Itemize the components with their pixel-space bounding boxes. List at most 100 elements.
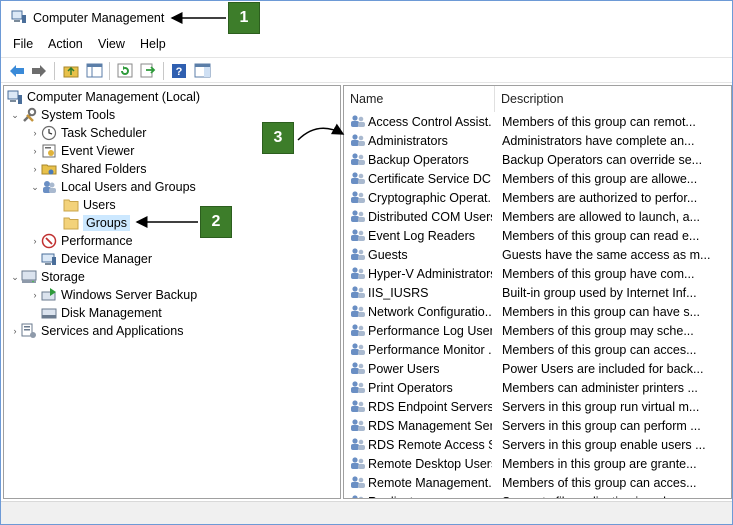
tree-item-storage[interactable]: ⌄ Storage [9, 268, 85, 286]
chevron-right-icon[interactable]: › [29, 236, 41, 246]
group-name: Performance Monitor ... [368, 343, 492, 357]
tree-label: Task Scheduler [61, 126, 147, 140]
chevron-right-icon[interactable]: › [29, 164, 41, 174]
group-icon [350, 304, 366, 319]
group-name: Replicator [368, 495, 492, 498]
list-item[interactable]: Power Users Power Users are included for … [344, 359, 731, 378]
help-icon[interactable]: ? [169, 61, 189, 80]
local-users-groups-icon [41, 179, 57, 195]
tree-item-task-scheduler[interactable]: › Task Scheduler [29, 124, 146, 142]
menu-action[interactable]: Action [48, 37, 83, 51]
tree-label: Shared Folders [61, 162, 147, 176]
column-header-name[interactable]: Name [344, 86, 495, 112]
list-item[interactable]: Guests Guests have the same access as m..… [344, 245, 731, 264]
group-icon [350, 209, 366, 224]
computer-management-window: Computer Management File Action View Hel… [0, 0, 733, 525]
group-name: RDS Management Ser... [368, 419, 492, 433]
list-item[interactable]: Event Log Readers Members of this group c… [344, 226, 731, 245]
list-item[interactable]: Cryptographic Operat... Members are autho… [344, 188, 731, 207]
column-header-description[interactable]: Description [495, 86, 731, 112]
list-item[interactable]: RDS Remote Access S... Servers in this gr… [344, 435, 731, 454]
menu-view[interactable]: View [98, 37, 125, 51]
group-description: Members in this group can have s... [502, 305, 701, 319]
group-description: Servers in this group enable users ... [502, 438, 706, 452]
chevron-right-icon[interactable]: › [9, 326, 21, 336]
list-item[interactable]: Performance Monitor ... Members of this g… [344, 340, 731, 359]
chevron-down-icon[interactable]: ⌄ [9, 110, 21, 121]
group-icon [350, 475, 366, 490]
export-list-icon[interactable] [138, 61, 158, 80]
show-hide-tree-icon[interactable] [84, 61, 104, 80]
tree-item-groups[interactable]: Groups [63, 214, 130, 232]
menu-file[interactable]: File [13, 37, 33, 51]
tree-item-system-tools[interactable]: ⌄ System Tools [9, 106, 115, 124]
tree-item-local-users-and-groups[interactable]: ⌄ Local Users and Groups [29, 178, 196, 196]
toolbar-separator [163, 62, 164, 80]
list-item[interactable]: Administrators Administrators have comple… [344, 131, 731, 150]
list-item[interactable]: Replicator Supports file replication in a… [344, 492, 731, 498]
group-icon [350, 361, 366, 376]
group-description: Members of this group can read e... [502, 229, 700, 243]
group-description: Members of this group may sche... [502, 324, 694, 338]
list-item[interactable]: Print Operators Members can administer pr… [344, 378, 731, 397]
list-item[interactable]: Remote Desktop Users Members in this grou… [344, 454, 731, 473]
chevron-right-icon[interactable]: › [29, 128, 41, 138]
back-icon[interactable] [7, 61, 27, 80]
window-title: Computer Management [33, 11, 165, 25]
group-icon [350, 342, 366, 357]
tree-item-computer-management-local[interactable]: Computer Management (Local) [7, 88, 200, 106]
list-item[interactable]: Distributed COM Users Members are allowed… [344, 207, 731, 226]
list-item[interactable]: Backup Operators Backup Operators can ove… [344, 150, 731, 169]
computer-management-app-icon [11, 10, 27, 24]
folder-icon [63, 215, 79, 231]
list-item[interactable]: Hyper-V Administrators Members of this gr… [344, 264, 731, 283]
tree-label: Services and Applications [41, 324, 184, 338]
tree-label: Storage [41, 270, 85, 284]
list-item[interactable]: RDS Endpoint Servers Servers in this grou… [344, 397, 731, 416]
folder-icon [63, 197, 79, 213]
group-icon [350, 399, 366, 414]
tree-item-device-manager[interactable]: Device Manager [41, 250, 152, 268]
chevron-down-icon[interactable]: ⌄ [9, 272, 21, 283]
groups-list-pane[interactable]: Name Description Access Control Assist..… [343, 85, 732, 499]
list-item[interactable]: Access Control Assist... Members of this … [344, 112, 731, 131]
chevron-down-icon[interactable]: ⌄ [29, 182, 41, 193]
group-name: Performance Log Users [368, 324, 492, 338]
refresh-icon[interactable] [115, 61, 135, 80]
list-item[interactable]: RDS Management Ser... Servers in this gro… [344, 416, 731, 435]
group-icon [350, 228, 366, 243]
list-item[interactable]: IIS_IUSRS Built-in group used by Internet… [344, 283, 731, 302]
chevron-right-icon[interactable]: › [29, 146, 41, 156]
list-item[interactable]: Performance Log Users Members of this gro… [344, 321, 731, 340]
list-item[interactable]: Certificate Service DC... Members of this… [344, 169, 731, 188]
tree-item-services-and-applications[interactable]: › Services and Applications [9, 322, 183, 340]
toolbar: ? [1, 57, 732, 83]
tree-item-shared-folders[interactable]: › Shared Folders [29, 160, 147, 178]
up-folder-icon[interactable] [61, 61, 81, 80]
group-name: Distributed COM Users [368, 210, 492, 224]
list-item[interactable]: Remote Management... Members of this grou… [344, 473, 731, 492]
computer-management-icon [7, 89, 23, 105]
tree-label: Performance [61, 234, 133, 248]
toolbar-separator [109, 62, 110, 80]
menu-help[interactable]: Help [140, 37, 166, 51]
group-description: Guests have the same access as m... [502, 248, 711, 262]
clock-icon [41, 125, 57, 141]
tree-item-performance[interactable]: › Performance [29, 232, 133, 250]
tree-label: Groups [83, 215, 130, 231]
group-description: Members of this group can acces... [502, 343, 697, 357]
group-icon [350, 494, 366, 498]
show-action-pane-icon[interactable] [192, 61, 212, 80]
tree-item-windows-server-backup[interactable]: › Windows Server Backup [29, 286, 197, 304]
group-name: RDS Endpoint Servers [368, 400, 492, 414]
group-icon [350, 171, 366, 186]
tree-item-users[interactable]: Users [63, 196, 116, 214]
forward-icon[interactable] [29, 61, 49, 80]
group-icon [350, 380, 366, 395]
chevron-right-icon[interactable]: › [29, 290, 41, 300]
tree-item-disk-management[interactable]: Disk Management [41, 304, 162, 322]
title-bar[interactable]: Computer Management [1, 1, 732, 33]
list-item[interactable]: Network Configuratio... Members in this g… [344, 302, 731, 321]
group-icon [350, 190, 366, 205]
tree-item-event-viewer[interactable]: › Event Viewer [29, 142, 135, 160]
